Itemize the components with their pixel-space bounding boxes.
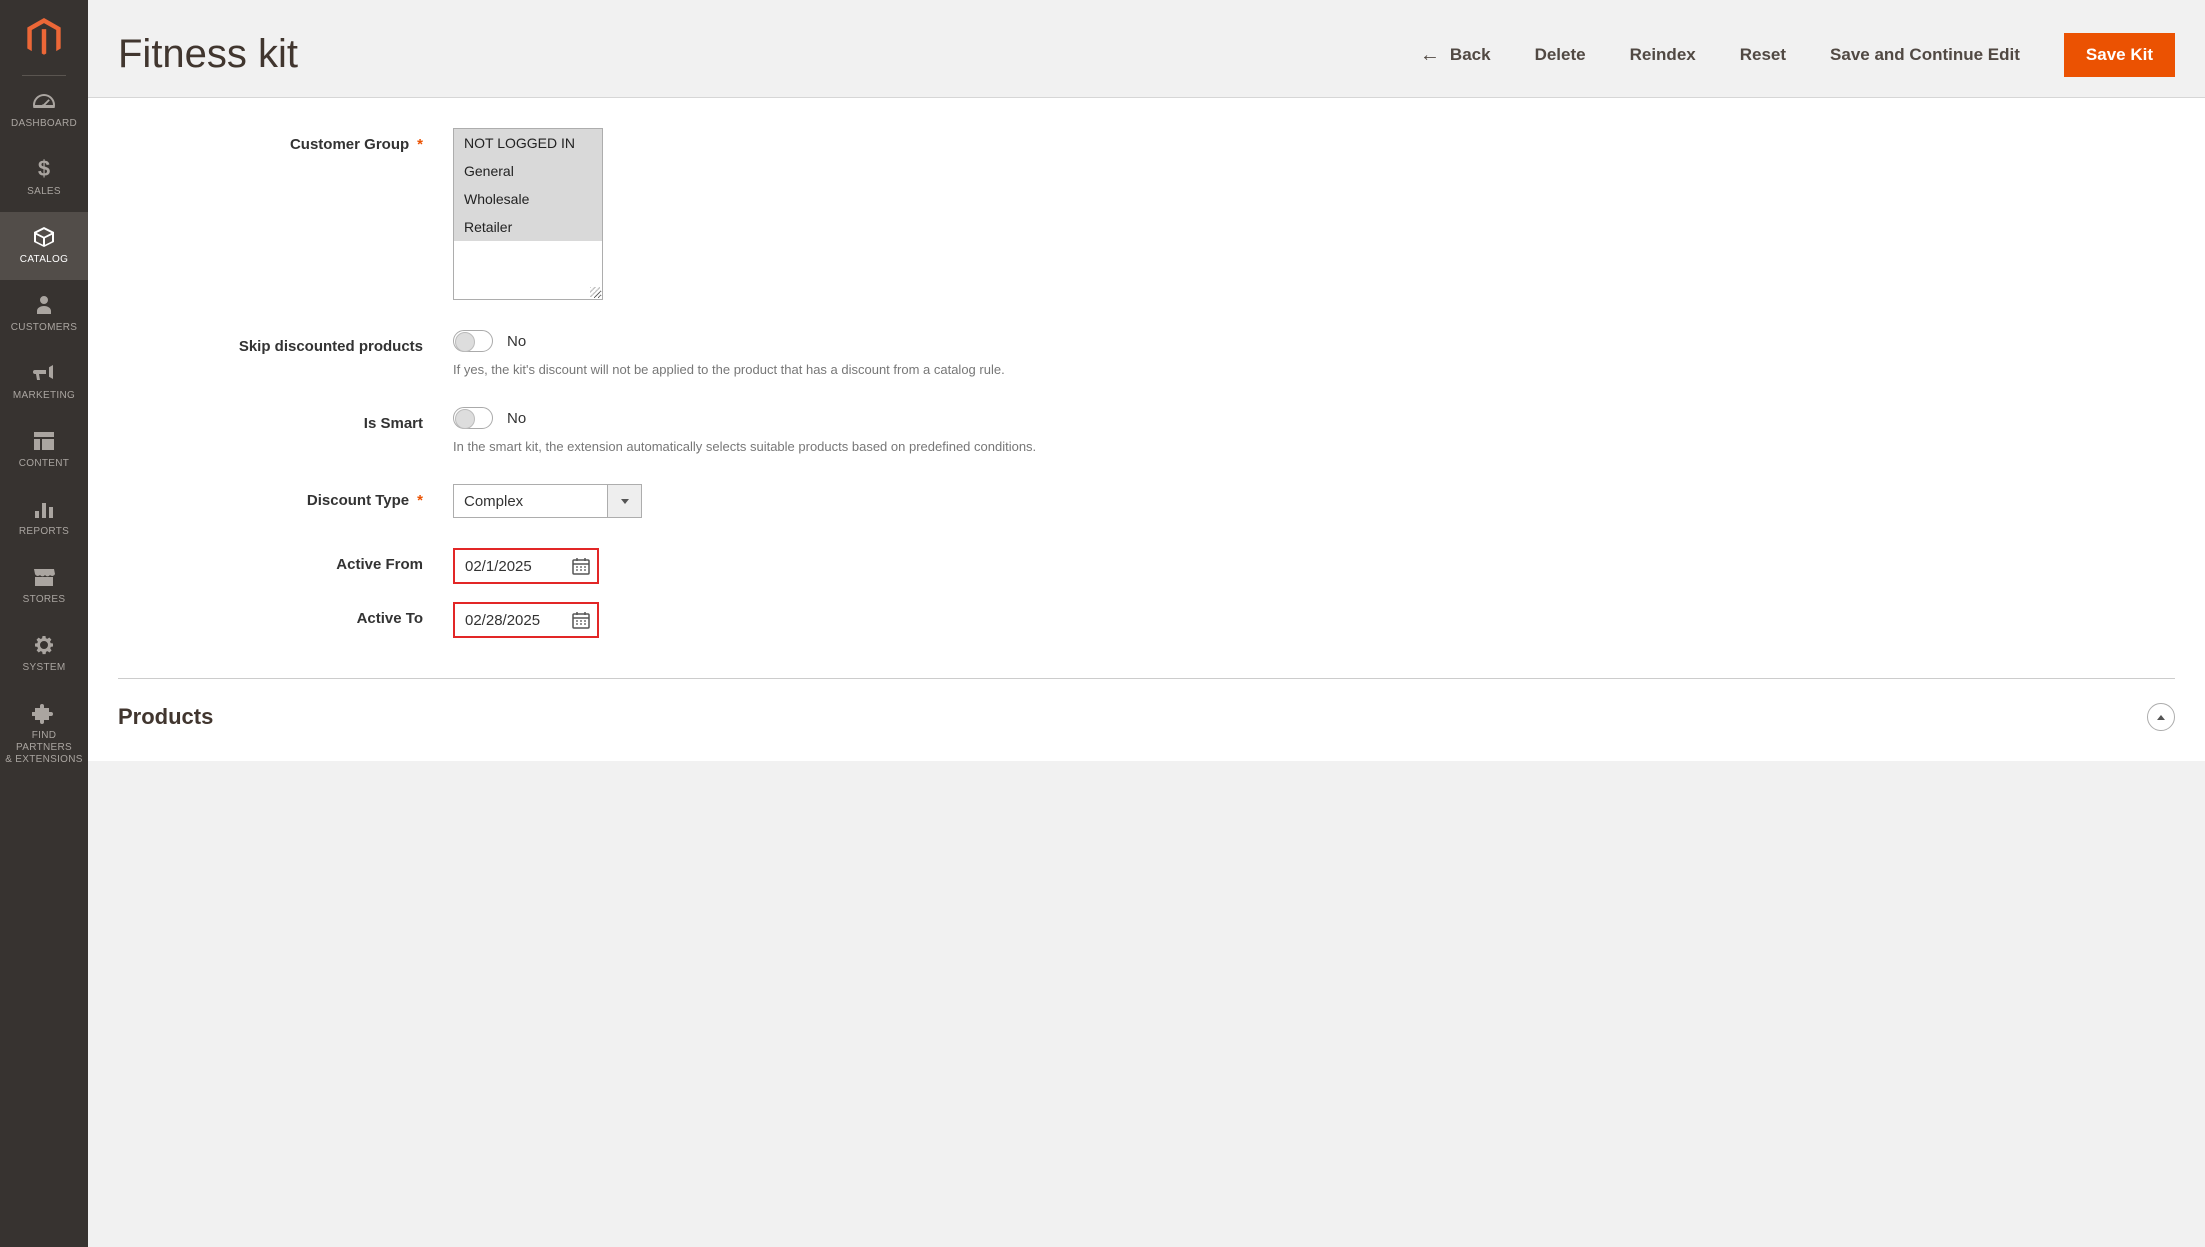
magento-logo[interactable] [0,0,88,75]
puzzle-icon [32,700,56,726]
skip-discounted-label: Skip discounted products [118,330,453,355]
sidebar-item-marketing[interactable]: MARKETING [0,348,88,416]
person-icon [35,292,53,318]
page-actions: ← Back Delete Reindex Reset Save and Con… [1420,33,2175,77]
is-smart-value: No [507,410,526,427]
section-products-title: Products [118,704,213,730]
main-content: Fitness kit ← Back Delete Reindex Reset … [88,0,2205,1247]
active-to-input[interactable]: 02/28/2025 [453,602,599,638]
skip-discounted-toggle[interactable] [453,330,493,352]
active-to-label: Active To [118,602,453,627]
gear-icon [33,632,55,658]
reset-label: Reset [1740,45,1786,65]
is-smart-toggle[interactable] [453,407,493,429]
sidebar-label: REPORTS [19,526,69,538]
active-from-value: 02/1/2025 [455,550,565,582]
calendar-icon[interactable] [565,550,597,582]
skip-discounted-note: If yes, the kit's discount will not be a… [453,362,2175,377]
customer-group-multiselect[interactable]: NOT LOGGED IN General Wholesale Retailer [453,128,603,300]
chevron-down-icon [607,485,641,517]
discount-type-label: Discount Type [118,484,453,509]
delete-label: Delete [1535,45,1586,65]
layout-icon [33,428,55,454]
customer-group-label: Customer Group [118,128,453,153]
sidebar-item-stores[interactable]: STORES [0,552,88,620]
bar-chart-icon [33,496,55,522]
active-to-value: 02/28/2025 [455,604,565,636]
sidebar-item-reports[interactable]: REPORTS [0,484,88,552]
reset-button[interactable]: Reset [1740,45,1786,65]
field-discount-type: Discount Type Complex [118,484,2175,518]
reindex-button[interactable]: Reindex [1630,45,1696,65]
discount-type-value: Complex [454,485,607,517]
calendar-icon[interactable] [565,604,597,636]
sidebar-label: CUSTOMERS [11,322,77,334]
svg-text:$: $ [38,157,50,181]
active-from-input[interactable]: 02/1/2025 [453,548,599,584]
back-label: Back [1450,45,1491,65]
arrow-left-icon: ← [1420,45,1440,65]
field-skip-discounted: Skip discounted products No If yes, the … [118,330,2175,377]
sidebar-item-find-partners[interactable]: FIND PARTNERS & EXTENSIONS [0,688,88,780]
section-products-header[interactable]: Products [118,679,2175,761]
delete-button[interactable]: Delete [1535,45,1586,65]
discount-type-select[interactable]: Complex [453,484,642,518]
dollar-icon: $ [37,156,51,182]
field-active-to: Active To 02/28/2025 [118,602,2175,638]
save-kit-label: Save Kit [2086,45,2153,65]
field-customer-group: Customer Group NOT LOGGED IN General Who… [118,128,2175,300]
gauge-icon [32,88,56,114]
box-icon [32,224,56,250]
sidebar-item-content[interactable]: CONTENT [0,416,88,484]
back-button[interactable]: ← Back [1420,45,1491,65]
form-body: Customer Group NOT LOGGED IN General Who… [88,98,2205,761]
skip-discounted-value: No [507,333,526,350]
active-from-label: Active From [118,548,453,573]
save-continue-label: Save and Continue Edit [1830,45,2020,65]
sidebar-label: CATALOG [20,254,68,266]
save-kit-button[interactable]: Save Kit [2064,33,2175,77]
sidebar-label: MARKETING [13,390,75,402]
is-smart-note: In the smart kit, the extension automati… [453,439,2175,454]
customer-group-option[interactable]: General [454,157,602,185]
admin-sidebar: DASHBOARD $ SALES CATALOG CUSTOMERS MARK… [0,0,88,1247]
sidebar-item-catalog[interactable]: CATALOG [0,212,88,280]
is-smart-label: Is Smart [118,407,453,432]
field-is-smart: Is Smart No In the smart kit, the extens… [118,407,2175,454]
collapse-toggle-icon[interactable] [2147,703,2175,731]
megaphone-icon [32,360,56,386]
sidebar-item-customers[interactable]: CUSTOMERS [0,280,88,348]
sidebar-label: SYSTEM [23,662,66,674]
sidebar-label: DASHBOARD [11,118,77,130]
sidebar-label: STORES [23,594,66,606]
sidebar-item-dashboard[interactable]: DASHBOARD [0,76,88,144]
page-title: Fitness kit [118,32,298,77]
customer-group-option[interactable]: Retailer [454,213,602,241]
page-header: Fitness kit ← Back Delete Reindex Reset … [88,0,2205,98]
storefront-icon [32,564,56,590]
sidebar-label: FIND PARTNERS & EXTENSIONS [4,730,84,766]
sidebar-item-system[interactable]: SYSTEM [0,620,88,688]
sidebar-label: SALES [27,186,61,198]
customer-group-option[interactable]: Wholesale [454,185,602,213]
sidebar-label: CONTENT [19,458,69,470]
reindex-label: Reindex [1630,45,1696,65]
save-continue-button[interactable]: Save and Continue Edit [1830,45,2020,65]
field-active-from: Active From 02/1/2025 [118,548,2175,584]
customer-group-option[interactable]: NOT LOGGED IN [454,129,602,157]
sidebar-item-sales[interactable]: $ SALES [0,144,88,212]
